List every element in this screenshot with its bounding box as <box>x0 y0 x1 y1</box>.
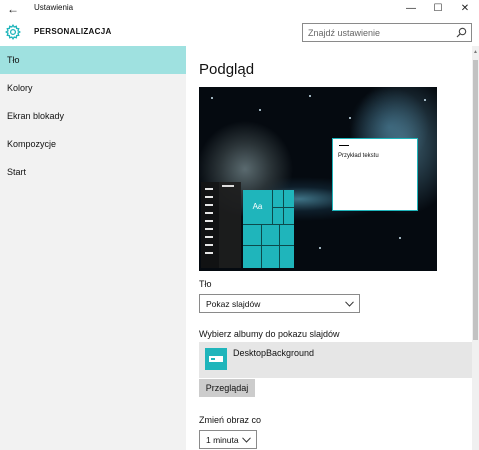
preview-start-menu <box>219 182 241 268</box>
star <box>309 95 311 97</box>
scrollbar[interactable]: ▲ <box>472 46 479 450</box>
taskbar-entry <box>205 252 213 254</box>
interval-select[interactable]: 1 minuta <box>199 430 257 449</box>
taskbar-entry <box>205 220 213 222</box>
sample-window-bar <box>339 145 349 146</box>
back-button[interactable]: ← <box>4 1 22 17</box>
chevron-down-icon <box>242 437 251 443</box>
star <box>349 117 351 119</box>
search-icon[interactable] <box>456 27 467 38</box>
tile-divider <box>283 190 284 224</box>
folder-icon-notch <box>211 358 215 360</box>
scroll-up-arrow[interactable]: ▲ <box>472 48 479 56</box>
taskbar-entry <box>205 236 213 238</box>
taskbar-entry <box>205 244 213 246</box>
preview-taskbar <box>201 182 219 268</box>
sidebar-item-ekran-blokady[interactable]: Ekran blokady <box>0 102 186 130</box>
star <box>319 247 321 249</box>
taskbar-entry <box>205 204 213 206</box>
star <box>259 109 261 111</box>
tile-divider <box>243 224 294 225</box>
sidebar-item-kompozycje[interactable]: Kompozycje <box>0 130 186 158</box>
gear-icon <box>5 24 21 40</box>
star <box>424 99 426 101</box>
minimize-button[interactable]: — <box>398 0 424 18</box>
folder-icon <box>205 348 227 370</box>
maximize-button[interactable]: ☐ <box>425 0 451 18</box>
search-input[interactable] <box>303 24 453 41</box>
album-name: DesktopBackground <box>233 348 315 358</box>
scroll-thumb[interactable] <box>473 60 478 340</box>
taskbar-entry <box>205 228 213 230</box>
preview-sample-window: Przykład tekstu <box>332 138 418 211</box>
taskbar-entry <box>205 212 213 214</box>
sidebar-item-kolory[interactable]: Kolory <box>0 74 186 102</box>
chevron-down-icon <box>345 301 354 307</box>
star <box>399 237 401 239</box>
sidebar: Tło Kolory Ekran blokady Kompozycje Star… <box>0 46 186 450</box>
header: PERSONALIZACJA <box>0 18 479 46</box>
sidebar-item-start[interactable]: Start <box>0 158 186 186</box>
search-box[interactable] <box>302 23 472 42</box>
taskbar-entry <box>205 188 213 190</box>
background-preview: Aa Przykład tekstu <box>199 87 437 271</box>
section-title: PERSONALIZACJA <box>34 27 112 36</box>
album-item[interactable]: DesktopBackground <box>199 342 472 378</box>
window-title: Ustawienia <box>34 3 74 12</box>
albums-label: Wybierz albumy do pokazu slajdów <box>199 329 340 339</box>
start-menu-line <box>222 185 234 187</box>
interval-value: 1 minuta <box>206 435 239 445</box>
background-label: Tło <box>199 279 212 289</box>
interval-label: Zmień obraz co <box>199 415 262 425</box>
close-button[interactable]: ✕ <box>452 0 478 18</box>
taskbar-entry <box>205 196 213 198</box>
sidebar-item-tlo[interactable]: Tło <box>0 46 186 74</box>
preview-heading: Podgląd <box>199 61 255 78</box>
tile-divider <box>261 224 262 268</box>
preview-tile-label: Aa <box>252 202 263 211</box>
sample-text: Przykład tekstu <box>338 153 379 159</box>
main-content: Podgląd Aa Przykład tekstu Tło Pokaz sla… <box>186 46 472 450</box>
title-bar: ← Ustawienia — ☐ ✕ <box>0 0 479 18</box>
browse-button[interactable]: Przeglądaj <box>199 379 255 397</box>
star <box>211 97 213 99</box>
tile-divider <box>243 245 294 246</box>
tile-divider <box>279 224 280 268</box>
background-type-value: Pokaz slajdów <box>206 299 261 309</box>
background-type-select[interactable]: Pokaz slajdów <box>199 294 360 313</box>
